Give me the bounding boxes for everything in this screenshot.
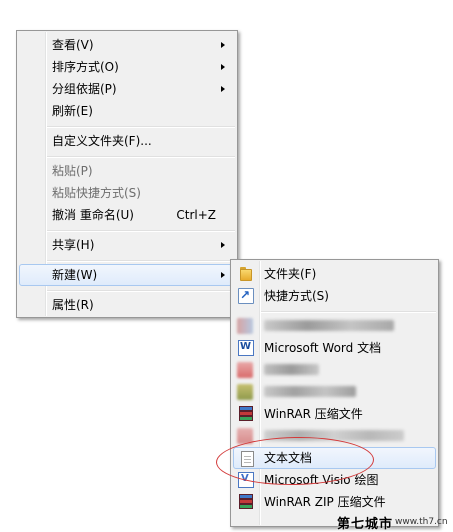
menu-item-label: 粘贴(P)	[52, 164, 93, 178]
menu-separator	[47, 290, 235, 292]
menu-item-label: 文本文档	[264, 451, 313, 465]
blurred-icon	[237, 384, 253, 400]
new-submenu: 文件夹(F) 快捷方式(S) Microsoft Word 文档 WinRAR …	[230, 259, 439, 527]
menu-item-refresh[interactable]: 刷新(E)	[19, 100, 235, 122]
watermark-url: www.th7.cn	[395, 517, 448, 527]
blurred-icon	[237, 428, 253, 444]
new-text-document-item[interactable]: 文本文档	[233, 447, 436, 469]
menu-item-label: 分组依据(P)	[52, 82, 117, 96]
blurred-label	[264, 364, 319, 375]
submenu-arrow-icon	[221, 64, 225, 70]
text-document-icon	[241, 451, 254, 467]
menu-item-label: 共享(H)	[52, 238, 95, 252]
menu-item-new[interactable]: 新建(W)	[19, 264, 235, 286]
new-folder-item[interactable]: 文件夹(F)	[233, 263, 436, 285]
menu-item-label: 粘贴快捷方式(S)	[52, 186, 141, 200]
menu-item-share[interactable]: 共享(H)	[19, 234, 235, 256]
menu-item-label: 属性(R)	[52, 298, 94, 312]
folder-icon	[238, 266, 254, 282]
submenu-arrow-icon	[221, 272, 225, 278]
menu-item-label: WinRAR 压缩文件	[264, 407, 363, 421]
menu-item-label: 排序方式(O)	[52, 60, 119, 74]
new-winrar-archive-item[interactable]: WinRAR 压缩文件	[233, 403, 436, 425]
menu-item-shortcut: Ctrl+Z	[176, 208, 216, 222]
menu-item-label: 刷新(E)	[52, 104, 93, 118]
menu-item-label: 查看(V)	[52, 38, 94, 52]
desktop-context-menu: 查看(V) 排序方式(O) 分组依据(P) 刷新(E) 自定义文件夹(F)...…	[16, 30, 238, 318]
new-shortcut-item[interactable]: 快捷方式(S)	[233, 285, 436, 307]
menu-item-label: 新建(W)	[52, 268, 98, 282]
blurred-icon	[237, 362, 253, 378]
word-document-icon	[238, 340, 254, 356]
menu-separator	[47, 230, 235, 232]
blurred-label	[264, 386, 356, 397]
new-winrar-zip-item[interactable]: WinRAR ZIP 压缩文件	[233, 491, 436, 513]
menu-item-paste-shortcut: 粘贴快捷方式(S)	[19, 182, 235, 204]
winrar-icon	[238, 406, 254, 422]
watermark-site-name: 第七城市	[337, 517, 394, 532]
menu-item-label: 自定义文件夹(F)...	[52, 134, 152, 148]
menu-item-label: 撤消 重命名(U)	[52, 208, 134, 222]
menu-item-label: Microsoft Visio 绘图	[264, 473, 379, 487]
menu-separator	[47, 260, 235, 262]
menu-item-properties[interactable]: 属性(R)	[19, 294, 235, 316]
menu-item-label: Microsoft Word 文档	[264, 341, 382, 355]
new-word-document-item[interactable]: Microsoft Word 文档	[233, 337, 436, 359]
menu-item-label: 文件夹(F)	[264, 267, 317, 281]
new-blurred-item-1[interactable]	[233, 315, 436, 337]
blurred-label	[264, 320, 394, 331]
visio-icon	[238, 472, 254, 488]
menu-separator	[47, 126, 235, 128]
submenu-arrow-icon	[221, 242, 225, 248]
new-blurred-item-3[interactable]	[233, 381, 436, 403]
menu-item-label: 快捷方式(S)	[264, 289, 329, 303]
menu-item-undo-rename[interactable]: 撤消 重命名(U) Ctrl+Z	[19, 204, 235, 226]
menu-item-group-by[interactable]: 分组依据(P)	[19, 78, 235, 100]
menu-item-paste: 粘贴(P)	[19, 160, 235, 182]
menu-item-label: WinRAR ZIP 压缩文件	[264, 495, 386, 509]
menu-item-view[interactable]: 查看(V)	[19, 34, 235, 56]
menu-separator	[47, 156, 235, 158]
new-blurred-item-4[interactable]	[233, 425, 436, 447]
submenu-arrow-icon	[221, 42, 225, 48]
menu-item-customize-folder[interactable]: 自定义文件夹(F)...	[19, 130, 235, 152]
blurred-icon	[237, 318, 253, 334]
new-visio-drawing-item[interactable]: Microsoft Visio 绘图	[233, 469, 436, 491]
winrar-zip-icon	[238, 494, 254, 510]
blurred-label	[264, 430, 404, 441]
shortcut-icon	[238, 288, 254, 304]
menu-item-sort-by[interactable]: 排序方式(O)	[19, 56, 235, 78]
submenu-arrow-icon	[221, 86, 225, 92]
menu-separator	[261, 311, 436, 313]
new-blurred-item-2[interactable]	[233, 359, 436, 381]
